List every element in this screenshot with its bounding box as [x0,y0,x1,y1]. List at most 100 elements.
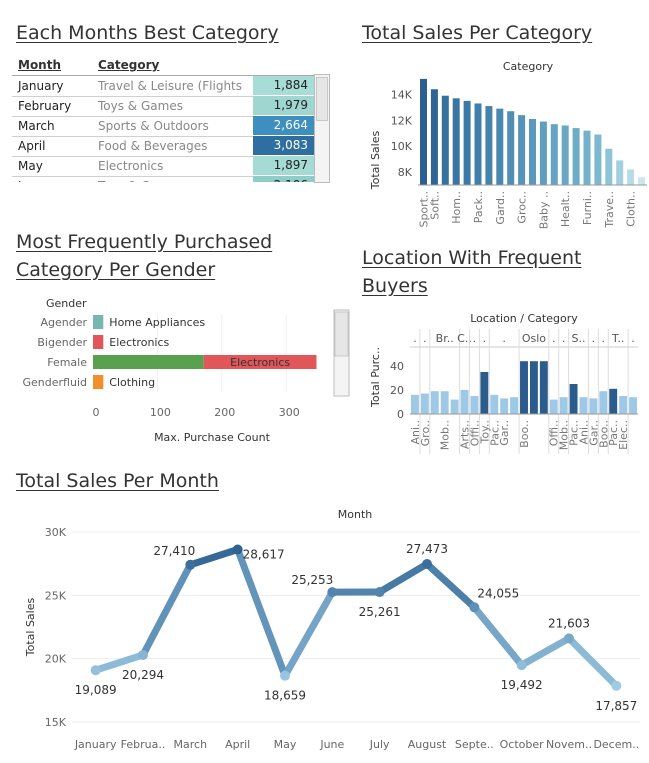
x-tick-label: January [74,738,117,751]
x-tick-label: Gar.. [498,420,511,446]
line-segment [470,603,526,669]
y-tick-label: 0 [397,408,404,421]
line-segment [281,588,336,680]
gender-label: Female [47,356,87,369]
bar [441,95,449,185]
data-point [564,633,574,644]
y-tick-label: 10K [391,140,413,153]
bar [605,148,613,185]
bar [430,391,439,414]
data-label: 17,857 [595,699,637,713]
location-header: . [473,332,477,345]
row-month: June [18,179,44,182]
row-category: Electronics [98,159,164,173]
x-tick-label: 0 [93,406,100,419]
location-header: . [413,332,417,345]
bar [549,399,558,414]
gender-category-chart: Gender Agender Home Appliances Bigender Elec… [23,297,350,444]
line-segment [234,546,289,680]
table-row[interactable]: April Food & Beverages 3,083 [12,136,314,157]
best-category-table: Month Category January Travel & Leisure (… [0,55,340,185]
table-row[interactable]: March Sports & Outdoors 2,664 [12,116,314,137]
x-tick-label: Healt.. [559,191,572,227]
line-segment [186,546,242,569]
table-row[interactable]: May Electronics 1,897 [12,156,314,177]
row-month: May [18,159,43,173]
bar [470,396,479,414]
data-label: 25,261 [359,605,401,619]
x-tick-label: Mob.. [439,420,452,450]
x-tick-label: October [500,738,544,751]
header-month: Month [18,58,62,72]
gender-label: Genderfluid [23,376,87,389]
data-point [185,559,196,570]
bar [450,399,459,414]
row-value-cell: 1,884 [253,76,314,95]
bar [463,100,471,185]
data-label: 25,253 [291,573,333,587]
bar [594,134,602,185]
bar [474,103,482,185]
table-scrollbar[interactable] [314,74,330,183]
y-tick-label: 40 [390,360,404,373]
data-point [611,680,622,691]
row-month: January [18,79,64,93]
data-point [232,544,243,555]
x-tick-label: May [274,738,297,751]
y-tick-label: 20 [390,384,404,397]
data-label: 19,089 [75,683,117,697]
segment-label: Home Appliances [109,316,205,329]
line-segment [423,560,478,611]
data-point [90,665,101,676]
location-header: . [502,332,506,345]
segment-label: Electronics [230,356,290,369]
table-row[interactable]: January Travel & Leisure (Flights 1,884 [12,76,314,97]
x-tick-label: Elec.. [617,420,630,450]
bar-segment [93,355,204,369]
location-header: Oslo [522,332,546,345]
sales-per-month-chart: Month 15K 20K 25K 30K Total Sales 19,089 20,294… [24,508,640,751]
x-tick-label: June [319,738,344,751]
bar [529,361,538,414]
location-header: S.. [572,332,586,345]
x-tick-label: Boo.. [518,420,531,448]
bar [440,391,449,414]
segment-label: Electronics [109,336,169,349]
bar [619,396,628,414]
bar [507,111,515,185]
x-tick-label: April [225,738,250,751]
location-header: . [592,332,596,345]
gender-label: Bigender [37,336,87,349]
scrollbar-thumb[interactable] [316,77,328,121]
title-gender-line2: Category Per Gender [16,259,216,281]
title-sales-per-month: Total Sales Per Month [16,470,219,492]
bar [539,121,547,185]
y-tick-label: 14K [391,88,413,101]
line-segment [565,634,620,690]
bar [569,384,578,414]
x-tick-label: Novem.. [546,738,592,751]
row-category: Toys & Games [98,99,183,113]
data-point [422,559,432,570]
table-row[interactable]: June Toys & Games 2,106 [12,176,314,182]
x-tick-label: Baby .. [537,191,550,229]
y-axis-label: Total Sales [24,598,37,658]
bar [529,119,536,185]
x-tick-label: July [369,738,390,751]
chart-scrollbar-thumb [334,311,349,357]
title-location-line2: Buyers [362,275,428,297]
x-tick-label: March [174,738,208,751]
y-tick-label: 8K [398,166,413,179]
data-point [516,660,527,671]
y-tick-label: 15K [45,716,67,729]
bar [579,397,588,414]
bar [629,397,637,414]
data-label: 28,617 [243,548,285,562]
chart-title: Category [503,60,554,73]
legend-title: Gender [46,297,87,310]
row-month: March [18,119,55,133]
data-label: 21,603 [548,616,590,630]
data-label: 24,055 [477,586,519,600]
row-value-cell: 3,083 [253,136,314,155]
table-row[interactable]: February Toys & Games 1,979 [12,96,314,117]
